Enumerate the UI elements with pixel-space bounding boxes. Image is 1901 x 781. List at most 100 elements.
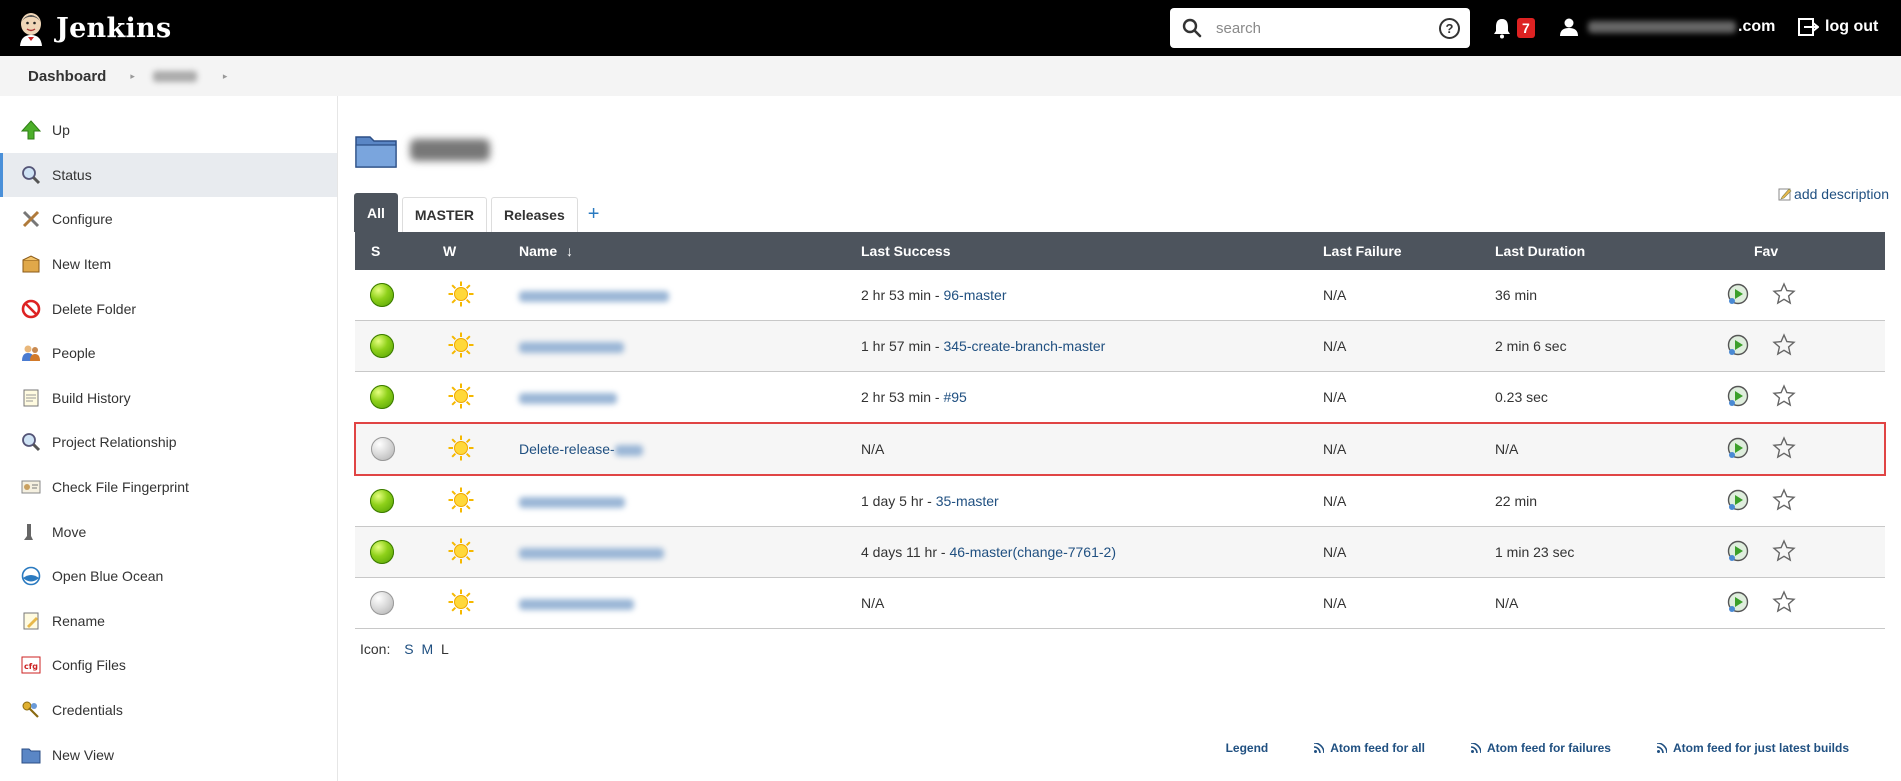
star-icon[interactable] <box>1772 383 1796 408</box>
user-menu[interactable]: .com <box>1560 18 1775 36</box>
last-failure-value: N/A <box>1323 287 1347 303</box>
logout-link[interactable]: log out <box>1797 17 1878 37</box>
last-duration-value: 1 min 23 sec <box>1495 544 1575 560</box>
schedule-build-icon[interactable] <box>1726 384 1750 411</box>
table-row[interactable]: N/A N/A N/A <box>355 577 1885 629</box>
package-icon <box>20 253 42 275</box>
star-icon[interactable] <box>1772 435 1796 460</box>
schedule-build-icon[interactable] <box>1726 488 1750 515</box>
sidebar-item-label: New View <box>52 746 114 763</box>
jenkins-logo[interactable]: Jenkins <box>16 10 171 46</box>
column-name[interactable]: Name ↓ <box>518 232 860 270</box>
search-input[interactable] <box>1214 18 1438 38</box>
sidebar-item-label: Move <box>52 523 87 540</box>
column-last-duration[interactable]: Last Duration <box>1494 232 1691 270</box>
sidebar-item-open-blue-ocean[interactable]: Open Blue Ocean <box>0 554 337 599</box>
page-title <box>354 120 1901 180</box>
sidebar-item-credentials[interactable]: Credentials <box>0 688 337 733</box>
star-icon[interactable] <box>1772 332 1796 357</box>
atom-feed-latest-link[interactable]: Atom feed for just latest builds <box>1656 741 1849 755</box>
search-icon <box>1182 18 1202 38</box>
table-row[interactable]: 2 hr 53 min - 96-master N/A 36 min <box>355 270 1885 321</box>
notification-badge[interactable]: 7 <box>1517 18 1535 38</box>
sidebar-item-move[interactable]: Move <box>0 509 337 554</box>
bell-icon[interactable] <box>1492 17 1512 39</box>
schedule-build-icon[interactable] <box>1726 436 1750 463</box>
sidebar-item-rename[interactable]: Rename <box>0 599 337 644</box>
icon-size-small[interactable]: S <box>404 641 413 657</box>
sidebar-item-config-files[interactable]: cfg Config Files <box>0 643 337 688</box>
star-icon[interactable] <box>1772 589 1796 614</box>
schedule-build-icon[interactable] <box>1726 590 1750 617</box>
atom-feed-all-label: Atom feed for all <box>1330 741 1425 755</box>
add-description-link[interactable]: add description <box>1778 186 1889 202</box>
atom-feed-failures-link[interactable]: Atom feed for failures <box>1470 741 1611 755</box>
last-success-build-link[interactable]: 96-master <box>943 287 1006 303</box>
sidebar-item-up[interactable]: Up <box>0 108 337 153</box>
column-weather[interactable]: W <box>442 232 518 270</box>
table-row[interactable]: 1 day 5 hr - 35-master N/A 22 min <box>355 475 1885 527</box>
sidebar-item-status[interactable]: Status <box>0 152 337 198</box>
star-icon[interactable] <box>1772 487 1796 512</box>
logout-label: log out <box>1825 18 1879 35</box>
not-built-ball-icon <box>371 437 395 461</box>
sidebar-item-label: People <box>52 345 96 362</box>
main-panel: add description All MASTER Releases + S … <box>338 96 1901 781</box>
job-name-link[interactable] <box>519 389 617 405</box>
job-name-link[interactable] <box>519 493 625 509</box>
view-tabs: All MASTER Releases + <box>354 193 1901 232</box>
column-fav[interactable]: Fav <box>1753 232 1885 270</box>
star-icon[interactable] <box>1772 281 1796 306</box>
last-success-build-link[interactable]: 345-create-branch-master <box>943 338 1105 354</box>
last-success-build-link[interactable]: 46-master(change-7761-2) <box>949 544 1116 560</box>
atom-feed-failures-label: Atom feed for failures <box>1486 741 1611 755</box>
breadcrumb-folder-redacted[interactable] <box>152 70 197 82</box>
icon-size-medium[interactable]: M <box>421 641 433 657</box>
star-icon[interactable] <box>1772 538 1796 563</box>
atom-feed-latest-label: Atom feed for just latest builds <box>1672 741 1849 755</box>
column-status[interactable]: S <box>355 232 442 270</box>
column-last-failure[interactable]: Last Failure <box>1322 232 1494 270</box>
sidebar-item-check-file-fingerprint[interactable]: Check File Fingerprint <box>0 465 337 510</box>
table-row[interactable]: 2 hr 53 min - #95 N/A 0.23 sec <box>355 371 1885 424</box>
tab-master[interactable]: MASTER <box>401 197 488 232</box>
column-last-success[interactable]: Last Success <box>860 232 1322 270</box>
job-name-link[interactable]: Delete-release- <box>519 441 643 457</box>
sidebar-item-build-history[interactable]: Build History <box>0 376 337 421</box>
schedule-build-icon[interactable] <box>1726 333 1750 360</box>
legend-label: Legend <box>1225 741 1269 755</box>
svg-text:cfg: cfg <box>24 662 38 671</box>
legend-link[interactable]: Legend <box>1226 741 1269 755</box>
sidebar-item-configure[interactable]: Configure <box>0 197 337 242</box>
tab-releases[interactable]: Releases <box>491 197 578 232</box>
last-success-build-link[interactable]: #95 <box>943 389 966 405</box>
sidebar-item-label: Check File Fingerprint <box>52 479 189 496</box>
job-name-link[interactable] <box>519 544 664 560</box>
sidebar-item-delete-folder[interactable]: Delete Folder <box>0 286 337 331</box>
sidebar-item-project-relationship[interactable]: Project Relationship <box>0 420 337 465</box>
sidebar-item-people[interactable]: People <box>0 331 337 376</box>
atom-feed-all-link[interactable]: Atom feed for all <box>1314 741 1425 755</box>
move-icon <box>20 521 42 543</box>
sidebar-item-new-view[interactable]: New View <box>0 732 337 777</box>
sidebar-item-new-item[interactable]: New Item <box>0 242 337 287</box>
user-name-redacted <box>1588 21 1736 33</box>
last-success-build-link[interactable]: 35-master <box>936 493 999 509</box>
search-icon <box>20 431 42 453</box>
job-name-link[interactable] <box>519 338 624 354</box>
job-name-link[interactable] <box>519 287 669 303</box>
table-row[interactable]: Delete-release- N/A N/A N/A <box>354 422 1886 476</box>
success-ball-icon <box>370 385 394 409</box>
sidebar-item-label: Credentials <box>52 702 123 719</box>
breadcrumb-dashboard[interactable]: Dashboard <box>28 68 106 85</box>
schedule-build-icon[interactable] <box>1726 282 1750 309</box>
help-icon[interactable]: ? <box>1439 18 1460 39</box>
job-name-link[interactable] <box>519 595 634 611</box>
schedule-build-icon[interactable] <box>1726 539 1750 566</box>
table-row[interactable]: 4 days 11 hr - 46-master(change-7761-2) N… <box>355 526 1885 578</box>
jobs-table: S W Name ↓ Last Success Last Failure Las… <box>354 232 1886 629</box>
table-row[interactable]: 1 hr 57 min - 345-create-branch-master N/… <box>355 320 1885 372</box>
sidebar-item-label: Up <box>52 122 70 139</box>
tab-all[interactable]: All <box>354 193 398 232</box>
add-view-button[interactable]: + <box>588 203 600 226</box>
